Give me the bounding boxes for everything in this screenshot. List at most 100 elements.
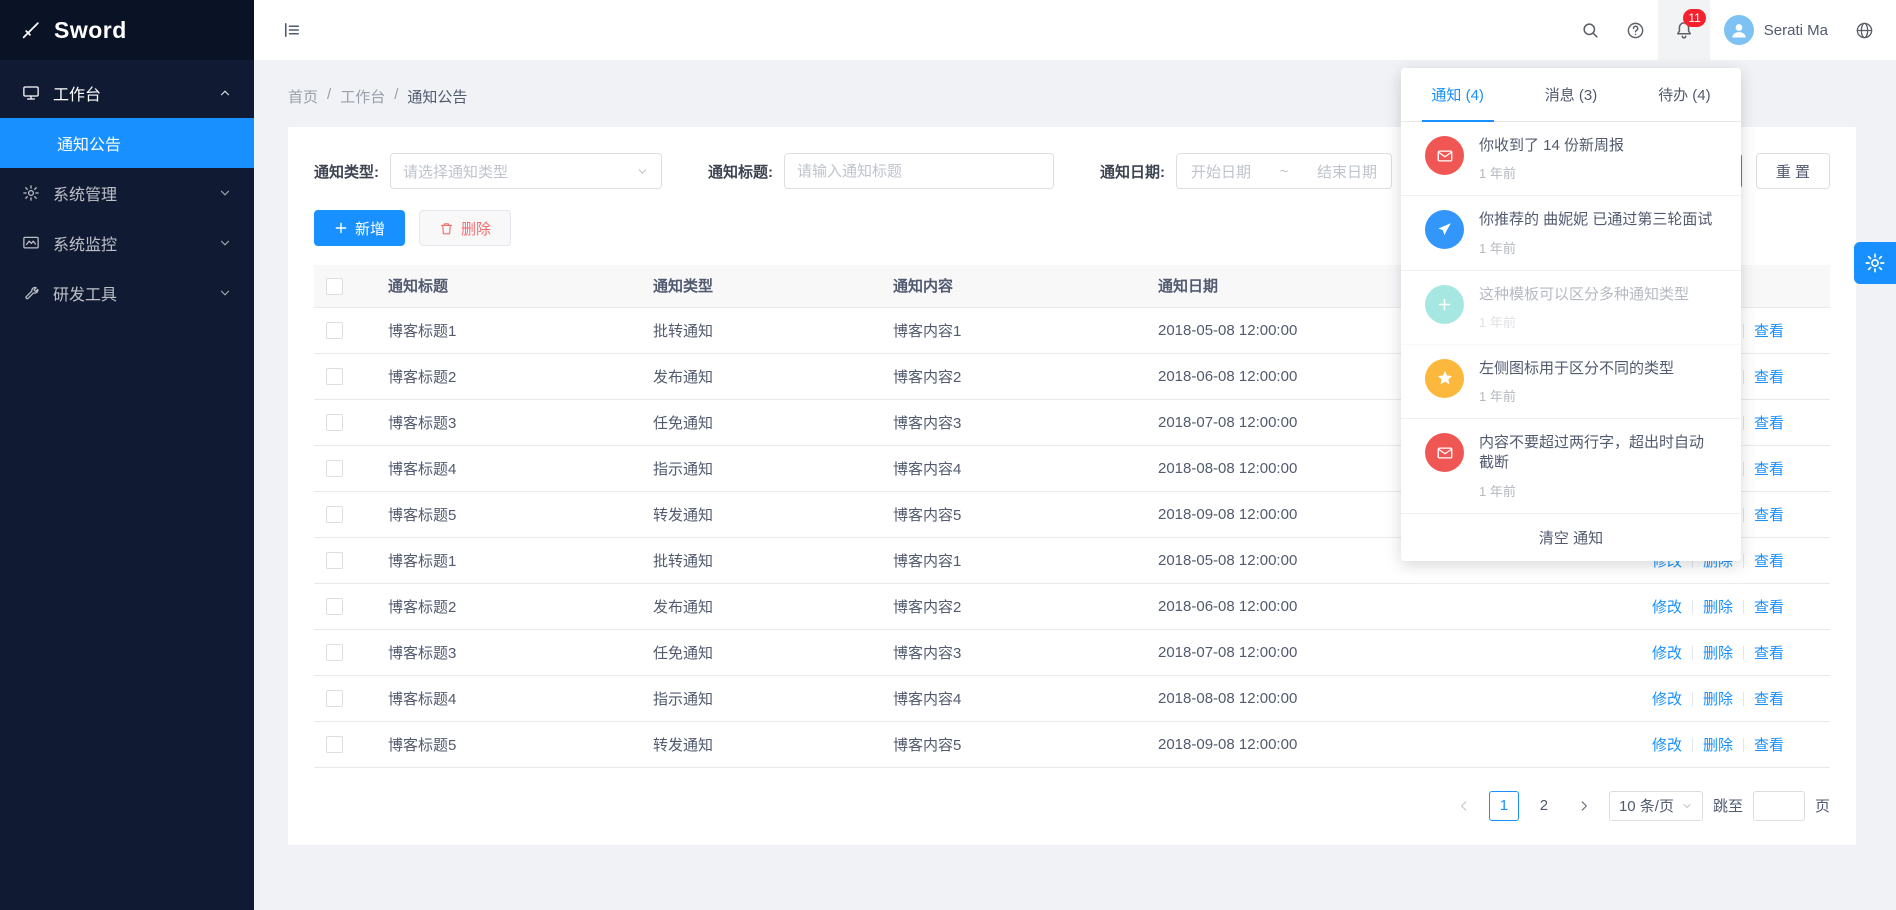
cell-title: 博客标题4 bbox=[376, 445, 641, 491]
user-menu[interactable]: Serati Ma bbox=[1710, 0, 1842, 60]
delete-link[interactable]: 删除 bbox=[1703, 691, 1733, 708]
date-filter-label: 通知日期: bbox=[1100, 161, 1165, 182]
view-link[interactable]: 查看 bbox=[1754, 369, 1784, 386]
delete-link[interactable]: 删除 bbox=[1703, 599, 1733, 616]
row-checkbox[interactable] bbox=[326, 368, 343, 385]
row-checkbox[interactable] bbox=[326, 598, 343, 615]
menu-label: 研发工具 bbox=[53, 281, 117, 305]
breadcrumb-workbench[interactable]: 工作台 bbox=[340, 86, 385, 107]
select-all-checkbox[interactable] bbox=[326, 278, 343, 295]
globe-icon[interactable] bbox=[1842, 0, 1896, 60]
sidebar-item-system-management[interactable]: 系统管理 bbox=[0, 168, 254, 218]
type-filter-label: 通知类型: bbox=[314, 161, 379, 182]
sidebar-item-notice[interactable]: 通知公告 bbox=[0, 118, 254, 168]
sidebar-item-system-monitor[interactable]: 系统监控 bbox=[0, 218, 254, 268]
search-icon[interactable] bbox=[1568, 0, 1613, 60]
delete-button-label: 删除 bbox=[461, 218, 491, 239]
settings-fab[interactable] bbox=[1854, 242, 1896, 284]
monitor-icon bbox=[22, 234, 40, 252]
edit-link[interactable]: 修改 bbox=[1652, 599, 1682, 616]
delete-button[interactable]: 删除 bbox=[419, 210, 511, 246]
tab-messages[interactable]: 消息 (3) bbox=[1514, 68, 1627, 121]
page-button-1[interactable]: 1 bbox=[1489, 791, 1519, 821]
row-checkbox[interactable] bbox=[326, 736, 343, 753]
tab-notifications[interactable]: 通知 (4) bbox=[1401, 68, 1514, 121]
cell-title: 博客标题5 bbox=[376, 491, 641, 537]
view-link[interactable]: 查看 bbox=[1754, 323, 1784, 340]
view-link[interactable]: 查看 bbox=[1754, 599, 1784, 616]
cell-date: 2018-08-08 12:00:00 bbox=[1146, 675, 1640, 721]
view-link[interactable]: 查看 bbox=[1754, 415, 1784, 432]
add-button[interactable]: 新增 bbox=[314, 210, 405, 246]
end-date-placeholder: 结束日期 bbox=[1317, 161, 1377, 182]
notification-panel: 通知 (4) 消息 (3) 待办 (4) 你收到了 14 份新周报 1 年前 你… bbox=[1401, 68, 1741, 561]
chevron-down-icon bbox=[218, 286, 232, 300]
view-link[interactable]: 查看 bbox=[1754, 645, 1784, 662]
row-checkbox[interactable] bbox=[326, 552, 343, 569]
row-checkbox[interactable] bbox=[326, 322, 343, 339]
cell-content: 博客内容1 bbox=[881, 307, 1146, 353]
edit-link[interactable]: 修改 bbox=[1652, 691, 1682, 708]
notification-item[interactable]: 左侧图标用于区分不同的类型 1 年前 bbox=[1401, 345, 1741, 419]
date-range-separator: ~ bbox=[1280, 163, 1289, 180]
view-link[interactable]: 查看 bbox=[1754, 737, 1784, 754]
view-link[interactable]: 查看 bbox=[1754, 461, 1784, 478]
header: 11 Serati Ma bbox=[254, 0, 1896, 60]
row-checkbox[interactable] bbox=[326, 414, 343, 431]
breadcrumb-separator: / bbox=[394, 86, 398, 107]
view-link[interactable]: 查看 bbox=[1754, 691, 1784, 708]
divider bbox=[1743, 508, 1744, 522]
app-root: Sword 工作台 通知公告 系统管理 bbox=[0, 0, 1896, 910]
sidebar-item-workbench[interactable]: 工作台 bbox=[0, 68, 254, 118]
view-link[interactable]: 查看 bbox=[1754, 507, 1784, 524]
menu-fold-icon[interactable] bbox=[282, 20, 302, 40]
notification-item[interactable]: 你推荐的 曲妮妮 已通过第三轮面试 1 年前 bbox=[1401, 196, 1741, 270]
notification-text: 左侧图标用于区分不同的类型 bbox=[1479, 359, 1674, 379]
notification-item[interactable]: 你收到了 14 份新周报 1 年前 bbox=[1401, 122, 1741, 196]
title-input[interactable] bbox=[784, 153, 1054, 189]
page-button-2[interactable]: 2 bbox=[1529, 791, 1559, 821]
prev-page-button[interactable] bbox=[1449, 791, 1479, 821]
row-checkbox[interactable] bbox=[326, 460, 343, 477]
page-unit-label: 页 bbox=[1815, 795, 1830, 816]
notification-badge: 11 bbox=[1683, 9, 1705, 27]
title-filter-label: 通知标题: bbox=[708, 161, 773, 182]
help-icon[interactable] bbox=[1613, 0, 1658, 60]
jump-page-input[interactable] bbox=[1753, 791, 1805, 821]
next-page-button[interactable] bbox=[1569, 791, 1599, 821]
breadcrumb-home[interactable]: 首页 bbox=[288, 86, 318, 107]
edit-link[interactable]: 修改 bbox=[1652, 737, 1682, 754]
divider bbox=[1692, 738, 1693, 752]
notifications-button[interactable]: 11 bbox=[1658, 0, 1710, 60]
cell-title: 博客标题3 bbox=[376, 399, 641, 445]
divider bbox=[1743, 370, 1744, 384]
notification-item[interactable]: 内容不要超过两行字，超出时自动截断 1 年前 bbox=[1401, 419, 1741, 514]
page-size-select[interactable]: 10 条/页 bbox=[1609, 791, 1703, 821]
edit-link[interactable]: 修改 bbox=[1652, 645, 1682, 662]
view-link[interactable]: 查看 bbox=[1754, 553, 1784, 570]
cell-type: 任免通知 bbox=[641, 629, 881, 675]
sidebar-item-dev-tools[interactable]: 研发工具 bbox=[0, 268, 254, 318]
clear-notifications-button[interactable]: 清空 通知 bbox=[1401, 514, 1741, 561]
cell-content: 博客内容1 bbox=[881, 537, 1146, 583]
row-checkbox[interactable] bbox=[326, 644, 343, 661]
tab-todos[interactable]: 待办 (4) bbox=[1628, 68, 1741, 121]
row-checkbox[interactable] bbox=[326, 506, 343, 523]
type-select[interactable]: 请选择通知类型 bbox=[390, 153, 662, 189]
reset-button[interactable]: 重 置 bbox=[1756, 153, 1830, 189]
delete-link[interactable]: 删除 bbox=[1703, 737, 1733, 754]
menu-label: 系统监控 bbox=[53, 231, 117, 255]
delete-link[interactable]: 删除 bbox=[1703, 645, 1733, 662]
breadcrumb-separator: / bbox=[327, 86, 331, 107]
notification-body: 你推荐的 曲妮妮 已通过第三轮面试 1 年前 bbox=[1479, 210, 1712, 256]
mail-icon bbox=[1425, 433, 1464, 472]
app-logo[interactable]: Sword bbox=[0, 0, 254, 60]
row-checkbox[interactable] bbox=[326, 690, 343, 707]
notification-text: 这种模板可以区分多种通知类型 bbox=[1479, 285, 1689, 305]
date-range-picker[interactable]: 开始日期 ~ 结束日期 bbox=[1176, 153, 1392, 189]
notification-item[interactable]: 这种模板可以区分多种通知类型 1 年前 bbox=[1401, 271, 1741, 345]
cell-content: 博客内容4 bbox=[881, 445, 1146, 491]
trash-icon bbox=[439, 221, 454, 236]
tool-icon bbox=[22, 284, 40, 302]
plus-icon bbox=[334, 221, 348, 235]
